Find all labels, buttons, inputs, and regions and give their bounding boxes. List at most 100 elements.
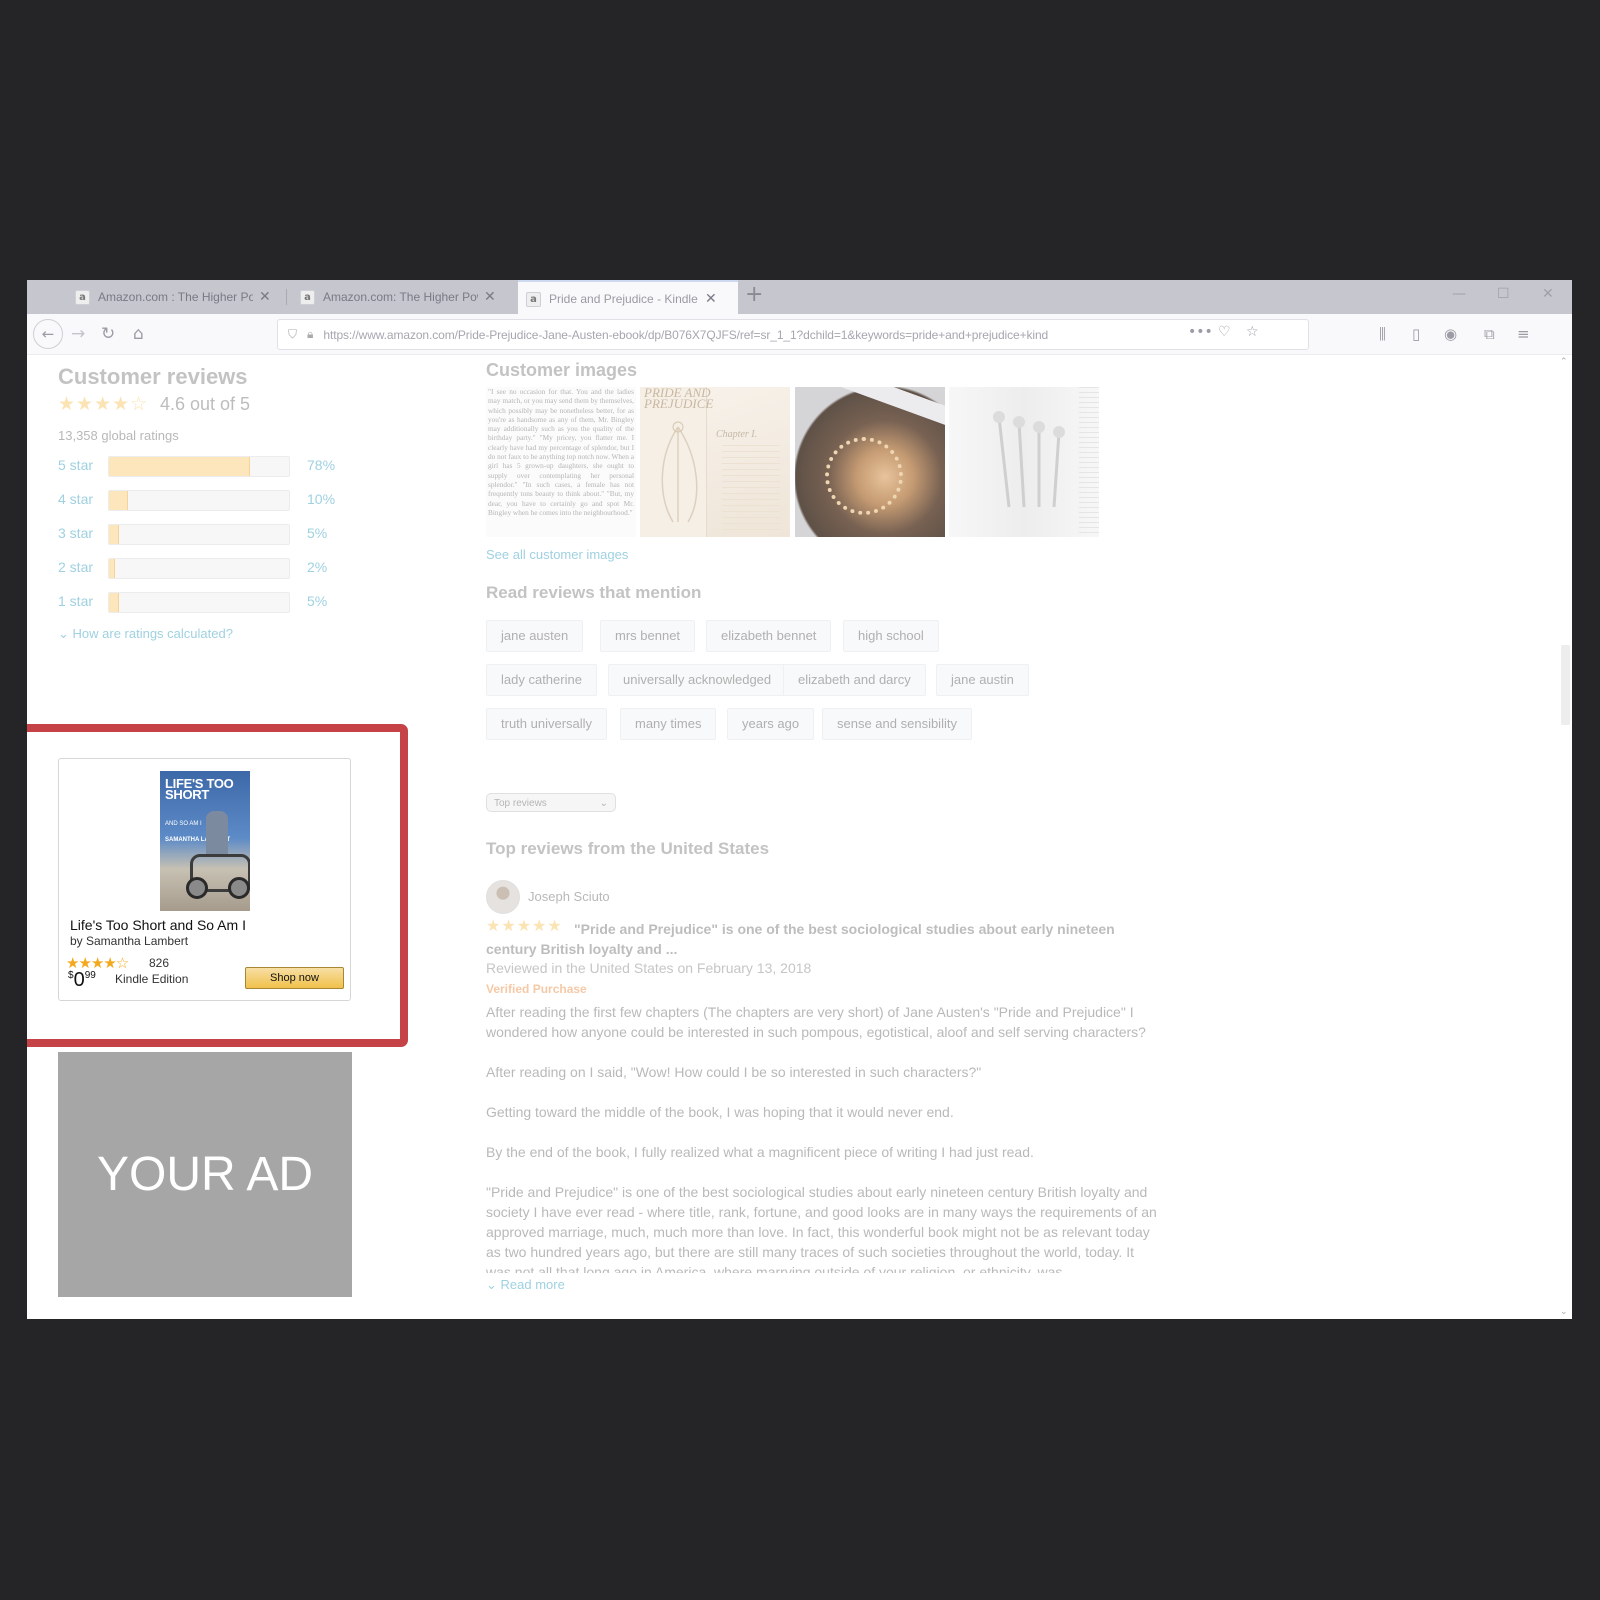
back-arrow-icon[interactable]: ←	[33, 319, 63, 349]
mention-chip[interactable]: mrs bennet	[600, 620, 696, 652]
mention-chip[interactable]: many times	[620, 708, 717, 740]
ad-rating-count: 826	[149, 956, 170, 970]
mention-chip[interactable]: elizabeth bennet	[706, 620, 832, 652]
histogram-bar-fill	[109, 559, 116, 578]
histogram-percent[interactable]: 5%	[307, 525, 327, 541]
ad-price: $099	[68, 969, 96, 992]
pocket-icon[interactable]: ♡	[1218, 324, 1231, 340]
histogram-percent[interactable]: 5%	[307, 593, 327, 609]
tab-separator	[286, 289, 287, 305]
customer-images-heading: Customer images	[486, 360, 638, 380]
how-ratings-calculated-label: How are ratings calculated?	[72, 626, 233, 641]
read-more-label: Read more	[500, 1277, 565, 1292]
see-all-customer-images-link[interactable]: See all customer images	[486, 547, 628, 562]
ad-book-title[interactable]: Life's Too Short and So Am I	[70, 917, 246, 933]
mention-chip[interactable]: lady catherine	[486, 664, 597, 696]
scroll-down-icon[interactable]: ⌄	[1560, 1307, 1568, 1317]
sidebar-icon[interactable]: ▯	[1412, 325, 1420, 343]
histogram-star-label[interactable]: 3 star	[58, 525, 93, 541]
chevron-down-icon: ⌄	[599, 798, 608, 809]
library-icon[interactable]: ⫼	[1379, 325, 1386, 343]
how-ratings-calculated-link[interactable]: ⌄ How are ratings calculated?	[58, 626, 233, 642]
forward-arrow-icon[interactable]: →	[71, 314, 85, 354]
close-tab-icon[interactable]: ✕	[705, 291, 717, 307]
histogram-bar[interactable]	[108, 456, 290, 477]
reload-icon[interactable]: ↻	[101, 314, 115, 354]
histogram-bar[interactable]	[108, 558, 290, 579]
histogram-percent[interactable]: 2%	[307, 559, 327, 575]
amazon-favicon-icon: a	[75, 289, 90, 305]
more-actions-icon[interactable]: •••	[1188, 324, 1213, 340]
book-cover-image[interactable]: LIFE'S TOO SHORT AND SO AM I SAMANTHA LA…	[160, 771, 250, 911]
histogram-star-label[interactable]: 1 star	[58, 593, 93, 609]
mention-chip[interactable]: universally acknowledged	[608, 664, 787, 696]
mention-chip[interactable]: elizabeth and darcy	[783, 664, 926, 696]
home-icon[interactable]: ⌂	[133, 314, 144, 354]
extension-gift-icon[interactable]: ⧉	[1484, 325, 1495, 343]
maximize-icon[interactable]: ☐	[1497, 286, 1510, 302]
review-author[interactable]: Joseph Sciuto	[528, 889, 610, 904]
book-edge-shape	[795, 387, 945, 426]
histogram-row[interactable]: 2 star 2%	[58, 558, 338, 579]
verified-purchase-badge: Verified Purchase	[486, 982, 587, 996]
sponsored-ad-card[interactable]: LIFE'S TOO SHORT AND SO AM I SAMANTHA LA…	[58, 758, 351, 1001]
mention-chip[interactable]: high school	[843, 620, 939, 652]
histogram-star-label[interactable]: 2 star	[58, 559, 93, 575]
bookmark-star-icon[interactable]: ☆	[1246, 324, 1259, 340]
mention-chip[interactable]: jane austen	[486, 620, 584, 652]
shield-icon[interactable]: ⛉	[288, 327, 297, 342]
menu-hamburger-icon[interactable]: ≡	[1517, 325, 1530, 343]
tab-bar: a Amazon.com : The Higher Pow ✕ a Amazon…	[27, 280, 1572, 316]
histogram-star-label[interactable]: 5 star	[58, 457, 93, 473]
mention-chip[interactable]: years ago	[727, 708, 815, 740]
customer-image-2[interactable]: PRIDE AND PREJUDICE Chapter I.	[640, 387, 790, 537]
account-icon[interactable]: ◉	[1444, 325, 1457, 343]
minimize-icon[interactable]: —	[1452, 286, 1466, 302]
histogram-bar[interactable]	[108, 490, 290, 511]
page-scrollbar[interactable]: ⌃ ⌄	[1557, 355, 1572, 1319]
close-tab-icon[interactable]: ✕	[259, 289, 271, 305]
review-title[interactable]: "Pride and Prejudice" is one of the best…	[486, 919, 1166, 959]
histogram-row[interactable]: 3 star 5%	[58, 524, 338, 545]
ad-placeholder: YOUR AD	[58, 1052, 352, 1297]
histogram-percent[interactable]: 10%	[307, 491, 335, 507]
customer-image-1[interactable]: "I see no occasion for that. You and the…	[486, 387, 636, 537]
mention-chip[interactable]: jane austin	[936, 664, 1029, 696]
new-tab-icon[interactable]: +	[745, 282, 763, 307]
tab-1[interactable]: a Amazon.com : The Higher Pow ✕	[67, 280, 287, 314]
page-content: Customer reviews ★★★★☆ 4.6 out of 5 13,3…	[27, 355, 1572, 1319]
tab-3-active[interactable]: a Pride and Prejudice - Kindle ed ✕	[518, 280, 738, 316]
cover-wheel-shape	[228, 877, 250, 899]
shop-now-button[interactable]: Shop now	[245, 967, 344, 989]
tab-2[interactable]: a Amazon.com: The Higher Pow ✕	[292, 280, 512, 314]
average-rating-text: 4.6 out of 5	[160, 394, 251, 414]
lock-icon[interactable]: 🔒︎	[307, 327, 313, 342]
read-reviews-mention-heading: Read reviews that mention	[486, 583, 702, 602]
review-date: Reviewed in the United States on Februar…	[486, 960, 812, 976]
histogram-row[interactable]: 1 star 5%	[58, 592, 338, 613]
scrollbar-thumb[interactable]	[1561, 645, 1570, 725]
customer-image-3[interactable]	[795, 387, 945, 537]
histogram-bar[interactable]	[108, 524, 290, 545]
mention-chip[interactable]: truth universally	[486, 708, 608, 740]
peacock-illustration	[661, 421, 698, 523]
customer-image-4[interactable]	[949, 387, 1099, 537]
review-paragraph-3: Getting toward the middle of the book, I…	[486, 1104, 954, 1120]
histogram-percent[interactable]: 78%	[307, 457, 335, 473]
sort-reviews-select[interactable]: Top reviews ⌄	[486, 793, 616, 812]
scroll-up-icon[interactable]: ⌃	[1560, 357, 1568, 367]
browser-window: a Amazon.com : The Higher Pow ✕ a Amazon…	[27, 280, 1572, 1319]
read-more-link[interactable]: ⌄ Read more	[486, 1277, 565, 1293]
mention-chip[interactable]: sense and sensibility	[822, 708, 972, 740]
sort-selected-label: Top reviews	[494, 798, 547, 809]
histogram-row[interactable]: 4 star 10%	[58, 490, 338, 511]
tab-title: Pride and Prejudice - Kindle ed	[549, 292, 699, 306]
address-bar[interactable]: ⛉ 🔒︎ https://www.amazon.com/Pride-Prejud…	[277, 319, 1309, 350]
histogram-star-label[interactable]: 4 star	[58, 491, 93, 507]
close-window-icon[interactable]: ✕	[1542, 286, 1554, 302]
url-text[interactable]: https://www.amazon.com/Pride-Prejudice-J…	[323, 328, 1188, 342]
close-tab-icon[interactable]: ✕	[484, 289, 496, 305]
avatar[interactable]	[486, 880, 520, 914]
histogram-row[interactable]: 5 star 78%	[58, 456, 338, 477]
histogram-bar[interactable]	[108, 592, 290, 613]
